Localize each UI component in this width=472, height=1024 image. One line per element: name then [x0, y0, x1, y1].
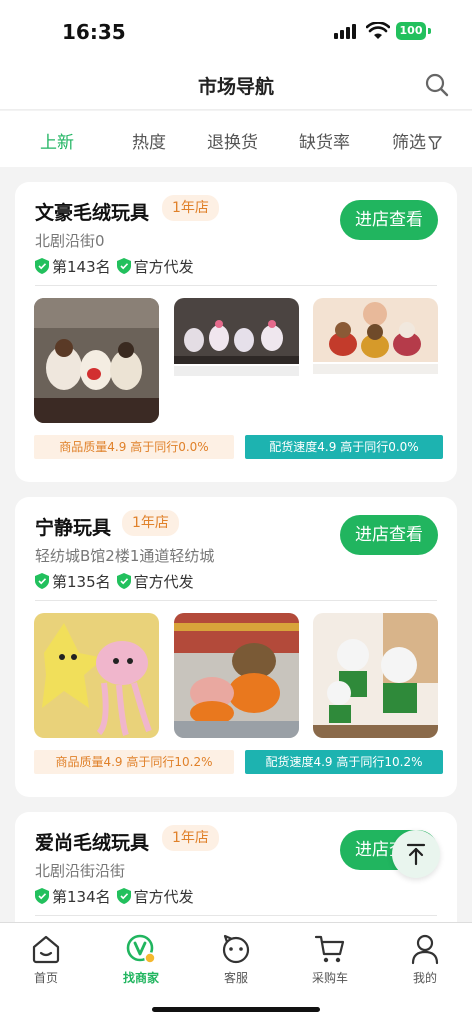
store-address: 北剧沿街沿街	[35, 862, 126, 880]
arrow-up-icon	[406, 843, 426, 866]
home-indicator	[152, 1007, 320, 1012]
shield-check-icon	[35, 258, 49, 274]
divider	[35, 600, 437, 601]
nav-cart[interactable]: 采购车	[300, 933, 360, 986]
nav-find-merchant-label: 找商家	[122, 971, 159, 985]
store-name: 文豪毛绒玩具	[35, 202, 150, 224]
store-age-badge: 1年店	[122, 510, 179, 536]
product-thumbnail[interactable]	[34, 613, 159, 738]
store-age-badge: 1年店	[162, 825, 219, 851]
cellular-signal-icon	[334, 24, 356, 39]
store-age-badge: 1年店	[162, 195, 219, 221]
home-icon	[32, 935, 60, 964]
customer-service-icon	[222, 934, 250, 964]
nav-cart-label: 采购车	[311, 971, 348, 985]
product-thumbnail[interactable]	[313, 298, 438, 423]
product-thumbnail[interactable]	[174, 613, 299, 738]
battery-icon: 100	[396, 22, 426, 40]
store-rank: 第143名	[52, 257, 111, 276]
profile-icon	[411, 934, 439, 965]
delivery-speed-score: 配货速度4.9 高于同行10.2%	[245, 750, 443, 774]
quality-score: 商品质量4.9 高于同行10.2%	[34, 750, 234, 774]
search-icon[interactable]	[424, 72, 450, 98]
shield-check-icon	[116, 573, 131, 589]
store-card: 文豪毛绒玩具 1年店 进店查看 北剧沿街0 第143名 官方代发 商品质量4.9…	[15, 182, 457, 482]
divider	[35, 285, 437, 286]
tab-stockout-rate[interactable]: 缺货率	[299, 128, 350, 153]
tab-new[interactable]: 上新	[40, 128, 74, 153]
wifi-icon	[366, 22, 390, 39]
battery-tip	[428, 28, 431, 34]
nav-home-label: 首页	[33, 971, 58, 985]
quality-score: 商品质量4.9 高于同行0.0%	[34, 435, 234, 459]
filter-tabs: 上新 热度 退换货 缺货率 筛选	[0, 111, 472, 167]
nav-customer-service[interactable]: 客服	[206, 933, 266, 986]
nav-find-merchant[interactable]: 找商家	[111, 933, 171, 986]
store-official-tag: 官方代发	[133, 572, 194, 591]
store-name: 宁静玩具	[35, 517, 112, 539]
status-bar: 16:35 100	[0, 0, 472, 62]
enter-store-button[interactable]: 进店查看	[340, 515, 438, 555]
page-title: 市场导航	[197, 76, 274, 98]
store-list: 文豪毛绒玩具 1年店 进店查看 北剧沿街0 第143名 官方代发 商品质量4.9…	[0, 167, 472, 922]
store-official-tag: 官方代发	[133, 887, 194, 906]
shield-check-icon	[116, 888, 131, 904]
store-rank: 第135名	[52, 572, 111, 591]
shield-check-icon	[35, 573, 49, 589]
store-card: 爱尚毛绒玩具 1年店 进店查看 北剧沿街沿街 第134名 官方代发	[15, 812, 457, 922]
nav-bar: 市场导航	[0, 62, 472, 110]
find-merchant-icon	[126, 934, 156, 964]
product-thumbnail[interactable]	[174, 298, 299, 423]
store-rank: 第134名	[52, 887, 111, 906]
store-tags: 第135名 官方代发	[35, 571, 194, 591]
store-name: 爱尚毛绒玩具	[35, 832, 150, 854]
shield-check-icon	[35, 888, 49, 904]
back-to-top-button[interactable]	[392, 830, 440, 878]
tab-returns[interactable]: 退换货	[207, 128, 258, 153]
tab-filter[interactable]: 筛选	[392, 128, 442, 153]
store-card: 宁静玩具 1年店 进店查看 轻纺城B馆2楼1通道轻纺城 第135名 官方代发 商…	[15, 497, 457, 797]
store-tags: 第134名 官方代发	[35, 886, 194, 906]
divider	[35, 915, 437, 916]
tab-filter-label: 筛选	[392, 133, 426, 153]
store-official-tag: 官方代发	[133, 257, 194, 276]
status-time: 16:35	[62, 20, 126, 44]
nav-customer-service-label: 客服	[223, 971, 248, 985]
nav-profile-label: 我的	[412, 971, 437, 985]
shield-check-icon	[116, 258, 131, 274]
nav-profile[interactable]: 我的	[395, 933, 455, 986]
filter-icon	[428, 136, 442, 150]
product-thumbnail[interactable]	[313, 613, 438, 738]
enter-store-button[interactable]: 进店查看	[340, 200, 438, 240]
delivery-speed-score: 配货速度4.9 高于同行0.0%	[245, 435, 443, 459]
cart-icon	[314, 935, 345, 963]
store-address: 轻纺城B馆2楼1通道轻纺城	[35, 547, 215, 565]
nav-home[interactable]: 首页	[16, 933, 76, 986]
store-tags: 第143名 官方代发	[35, 256, 194, 276]
product-thumbnail[interactable]	[34, 298, 159, 423]
store-address: 北剧沿街0	[35, 232, 105, 250]
tab-popularity[interactable]: 热度	[132, 128, 166, 153]
